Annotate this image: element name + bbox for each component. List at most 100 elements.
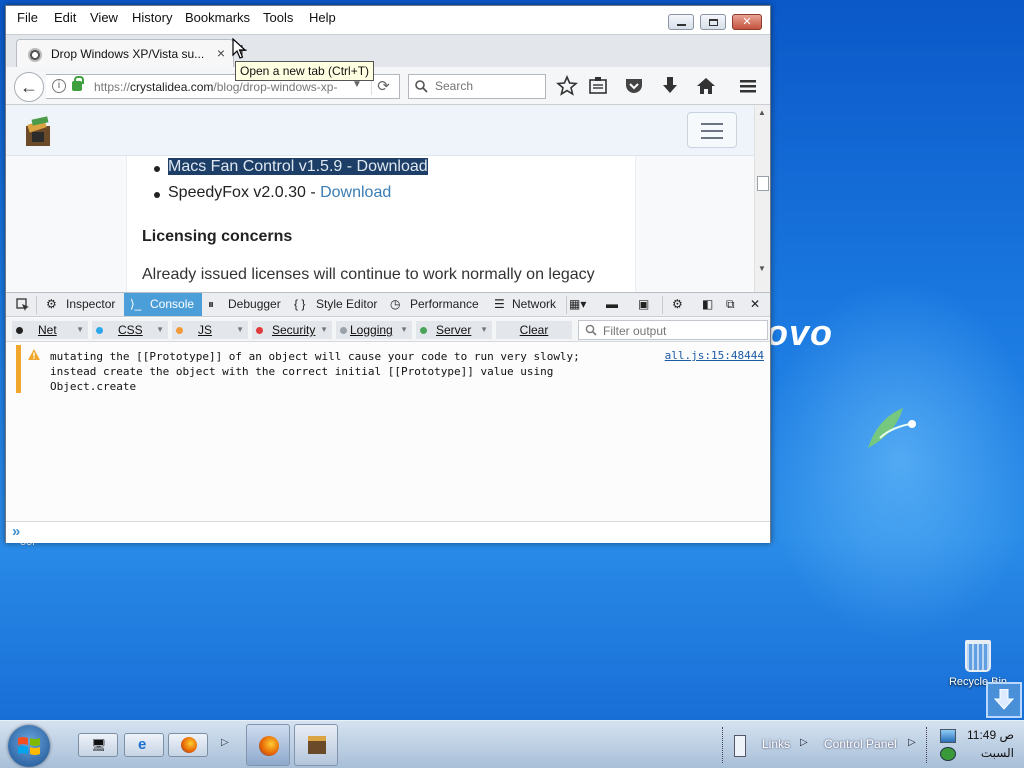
links-chevron-icon[interactable]: ▷ (800, 737, 808, 748)
grid-dropdown-icon: ▦▾ (569, 297, 587, 311)
recycle-bin[interactable]: Recycle Bin (938, 640, 1018, 688)
system-clock[interactable]: 11:49 ص السبت (962, 726, 1014, 762)
firefox-shortcut[interactable] (168, 733, 208, 757)
menu-help[interactable]: Help (304, 9, 341, 27)
filter-css-button[interactable]: CSS ▼ (92, 321, 168, 339)
menu-history[interactable]: History (127, 9, 177, 27)
download-corner-button[interactable] (986, 682, 1022, 718)
menu-edit[interactable]: Edit (49, 9, 81, 27)
filter-output-input[interactable] (601, 323, 761, 339)
network-icon: ☰ (494, 297, 505, 311)
filter-label: Server (436, 323, 472, 337)
site-menu-button[interactable] (687, 112, 737, 148)
menu-tools[interactable]: Tools (258, 9, 298, 27)
security-tray-icon[interactable] (940, 747, 956, 761)
search-input[interactable] (433, 78, 541, 94)
tray-grip (926, 727, 930, 763)
control-panel-chevron-icon[interactable]: ▷ (908, 737, 916, 748)
internet-explorer-shortcut[interactable]: e (124, 733, 164, 757)
selected-text[interactable]: Macs Fan Control v1.5.9 - Download (168, 158, 428, 175)
scroll-up-icon[interactable]: ▲ (758, 108, 766, 117)
tab-label: Debugger (228, 297, 281, 311)
firefox-icon (181, 737, 197, 753)
split-console-button[interactable]: ▬ (606, 293, 622, 316)
reading-list-icon[interactable] (587, 75, 609, 97)
clock-time: 11:49 ص (967, 728, 1014, 742)
undock-button[interactable]: ⧉ (726, 293, 740, 316)
tab-crystalidea[interactable]: Drop Windows XP/Vista su... × (16, 39, 234, 68)
net-dot-icon (16, 327, 23, 334)
scroll-down-icon[interactable]: ▼ (758, 264, 766, 273)
quicklaunch-expand-icon[interactable]: ▷ (221, 737, 229, 748)
taskbar-app-button[interactable] (294, 724, 338, 766)
minimize-button[interactable] (668, 14, 694, 30)
maximize-button[interactable] (700, 14, 726, 30)
toolbar-separator (662, 296, 663, 314)
tab-inspector[interactable]: ⚙ Inspector (42, 293, 126, 316)
tab-debugger[interactable]: ⏸ Debugger (206, 293, 288, 316)
scrollbar-thumb[interactable] (757, 176, 769, 191)
downloads-icon[interactable] (659, 75, 681, 97)
filter-label: Logging (350, 323, 393, 337)
windows-logo-icon (18, 737, 40, 755)
hamburger-line-icon (701, 137, 723, 139)
filter-net-button[interactable]: Net ▼ (12, 321, 88, 339)
filter-logging-button[interactable]: Logging ▼ (336, 321, 412, 339)
page-scrollbar[interactable]: ▲ ▼ (754, 106, 770, 292)
tab-close-icon[interactable]: × (217, 45, 225, 61)
download-link[interactable]: Download (320, 184, 391, 201)
performance-icon: ◷ (390, 297, 401, 311)
back-button[interactable]: ← (14, 72, 44, 102)
tab-bar: Drop Windows XP/Vista su... × + (6, 34, 770, 68)
close-devtools-button[interactable]: ✕ (750, 293, 764, 316)
info-icon[interactable]: i (52, 79, 66, 93)
hamburger-menu-icon[interactable] (737, 75, 759, 97)
console-input[interactable]: » (6, 521, 770, 543)
tab-console[interactable]: ⟩_ Console (124, 293, 202, 316)
tab-performance[interactable]: ◷ Performance (388, 293, 488, 316)
menu-file[interactable]: File (12, 9, 43, 27)
tab-style-editor[interactable]: { } Style Editor (292, 293, 382, 316)
bookmark-star-icon[interactable] (556, 75, 578, 97)
lock-icon[interactable] (72, 76, 84, 91)
reload-icon[interactable]: ⟳ (371, 77, 395, 95)
search-icon (585, 324, 597, 336)
search-bar[interactable] (408, 74, 546, 99)
filter-output-field[interactable] (578, 320, 768, 340)
url-host: crystalidea.com (130, 80, 214, 94)
filter-server-button[interactable]: Server ▼ (416, 321, 492, 339)
control-panel-toolbar[interactable]: Control Panel (824, 737, 897, 751)
logging-dot-icon (340, 327, 347, 334)
devtools-settings-button[interactable]: ⚙ (672, 293, 688, 316)
toolbar-window-icon[interactable] (734, 735, 746, 757)
taskbar-firefox-button[interactable] (246, 724, 290, 766)
tab-network[interactable]: ☰ Network (492, 293, 564, 316)
site-logo-icon[interactable] (22, 114, 56, 148)
menu-view[interactable]: View (85, 9, 123, 27)
start-button[interactable] (8, 725, 50, 767)
warning-marker (16, 345, 21, 393)
inspector-icon: ⚙ (46, 297, 57, 311)
page-left-margin (6, 156, 126, 292)
clear-console-button[interactable]: Clear (496, 321, 572, 339)
url-text[interactable]: https://crystalidea.com/blog/drop-window… (94, 80, 344, 94)
filter-js-button[interactable]: JS ▼ (172, 321, 248, 339)
show-desktop-shortcut[interactable]: 🖥 (78, 733, 118, 757)
console-warning-message: mutating the [[Prototype]] of an object … (12, 345, 764, 393)
pick-element-icon[interactable] (16, 298, 30, 312)
responsive-design-button[interactable]: ▣ (638, 293, 654, 316)
links-toolbar[interactable]: Links (762, 737, 790, 751)
favicon-icon (28, 48, 42, 62)
network-tray-icon[interactable] (940, 729, 956, 743)
console-message-source-link[interactable]: all.js:15:48444 (665, 349, 764, 362)
toolbar-grip[interactable] (722, 727, 726, 763)
home-icon[interactable] (695, 75, 717, 97)
menu-bookmarks[interactable]: Bookmarks (180, 9, 255, 27)
filter-label: JS (198, 323, 213, 337)
pocket-icon[interactable] (623, 75, 645, 97)
filter-security-button[interactable]: Security ▼ (252, 321, 332, 339)
close-window-button[interactable]: ✕ (732, 14, 762, 30)
more-tools-button[interactable]: ▦▾ (569, 293, 595, 316)
dock-side-button[interactable]: ◧ (702, 293, 716, 316)
clock-day: السبت (980, 746, 1014, 760)
